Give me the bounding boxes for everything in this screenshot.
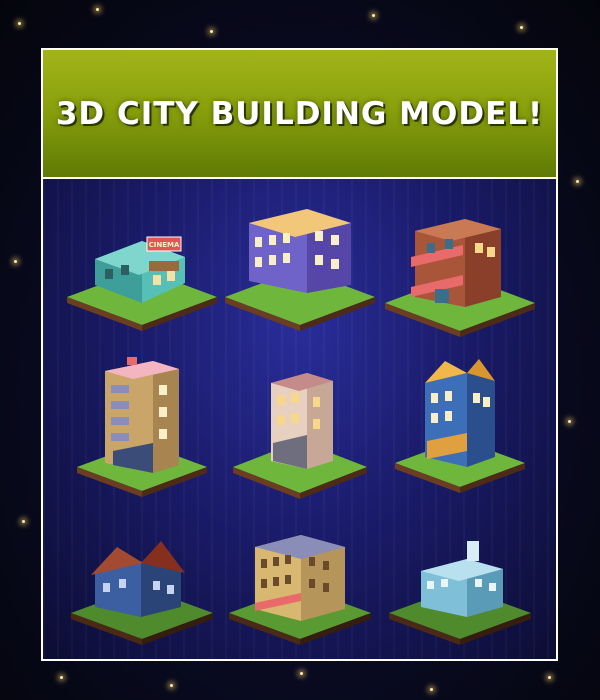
star (14, 260, 17, 263)
star (22, 520, 25, 523)
star (96, 8, 99, 11)
title-banner: 3D CITY BUILDING MODEL! (43, 50, 556, 177)
building-gallery: CINEMA (43, 179, 556, 659)
poster-frame: 3D CITY BUILDING MODEL! CINEMA (41, 48, 558, 661)
star (60, 676, 63, 679)
building-blue-gable-house (375, 357, 545, 507)
building-victorian-house (57, 513, 227, 659)
building-brick-shop (375, 199, 545, 349)
banner-title: 3D CITY BUILDING MODEL! (55, 95, 544, 132)
building-hospital (375, 513, 545, 659)
building-tall-tower (57, 357, 227, 507)
cinema-sign: CINEMA (149, 241, 180, 249)
building-cinema: CINEMA (57, 199, 227, 349)
star (210, 30, 213, 33)
star (372, 14, 375, 17)
building-purple-apartment (215, 193, 385, 343)
star (18, 22, 21, 25)
star (170, 684, 173, 687)
star (300, 672, 303, 675)
star (430, 688, 433, 691)
star (548, 676, 551, 679)
poster: 3D CITY BUILDING MODEL! CINEMA (0, 0, 600, 700)
building-corner-hotel (215, 513, 385, 659)
star (576, 180, 579, 183)
star (568, 420, 571, 423)
building-small-townhouse (215, 357, 385, 507)
star (520, 26, 523, 29)
